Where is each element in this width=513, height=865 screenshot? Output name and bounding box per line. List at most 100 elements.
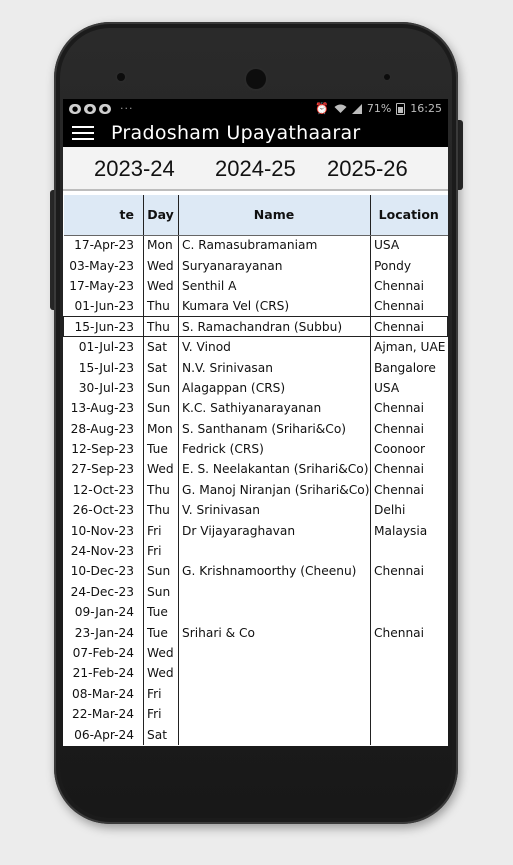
table-row[interactable]: 30-Jul-23 Sun Alagappan (CRS) USA (63, 377, 448, 399)
table-row[interactable]: 27-Sep-23 Wed E. S. Neelakantan (Srihari&C… (63, 459, 448, 480)
cell-location: Chennai (370, 316, 448, 338)
cell-name: Senthil A (178, 275, 371, 297)
cell-location: Delhi (374, 503, 406, 518)
cell-location: USA (374, 238, 400, 253)
table-row[interactable]: 24-Nov-23 Fri (63, 540, 448, 562)
cell-day: Wed (143, 255, 179, 276)
cell-day: Fri (143, 703, 179, 725)
column-header-location[interactable]: Location (370, 195, 448, 236)
table-row[interactable]: 17-May-23 Wed Senthil A Chennai (63, 275, 448, 297)
cell-date: 17-Apr-23 (63, 235, 144, 256)
cell-name: Suryanarayanan (178, 255, 371, 276)
table-row[interactable]: 10-Nov-23 Fri Dr Vijayaraghavan Malaysia (63, 520, 448, 541)
table-row[interactable]: 01-Jul-23 Sat V. Vinod Ajman, UAE (63, 336, 448, 358)
cell-day: Fri (143, 683, 179, 704)
cell-location (371, 643, 448, 663)
hamburger-menu-icon[interactable] (72, 125, 94, 140)
cell-location: Chennai (374, 401, 425, 416)
app-screen: ● ● ● ··· ⏰ 71% 16:25 Pradosham Upayatha… (63, 99, 448, 746)
table-row[interactable]: 06-Apr-24 Sat (63, 724, 448, 745)
table-row[interactable]: 24-Dec-23 Sun (63, 581, 448, 603)
schedule-table: te Day Name Location 17-Apr-23 Mon C. Rama… (63, 195, 448, 745)
column-header-name[interactable]: Name (178, 195, 371, 236)
earpiece-speaker (246, 69, 266, 89)
system-icons: ⏰ 71% 16:25 (315, 102, 442, 115)
cell-name: Dr Vijayaraghavan (178, 520, 371, 541)
cell-date: 30-Jul-23 (63, 377, 144, 399)
column-header-date[interactable]: te (63, 195, 144, 236)
table-row[interactable]: 03-May-23 Wed Suryanarayanan Pondy (63, 255, 448, 276)
cell-date: 15-Jun-23 (63, 316, 144, 338)
cell-name (178, 581, 371, 603)
table-row[interactable]: 28-Aug-23 Mon S. Santhanam (Srihari&Co) Che… (63, 418, 448, 439)
cell-day: Thu (143, 500, 179, 521)
more-notifications-icon: ··· (120, 102, 134, 115)
cell-name: E. S. Neelakantan (Srihari&Co) (178, 459, 371, 480)
cell-date: 13-Aug-23 (63, 398, 144, 419)
battery-percent: 71% (366, 102, 392, 115)
table-row[interactable]: 21-Feb-24 Wed (63, 663, 448, 684)
cell-name: C. Ramasubramaniam (178, 235, 371, 256)
table-row[interactable]: 23-Jan-24 Tue Srihari & Co Chennai (63, 622, 448, 643)
wifi-icon (334, 104, 347, 113)
notification-icon: ● (84, 103, 96, 114)
cell-name: V. Vinod (178, 336, 371, 358)
cell-date: 01-Jul-23 (63, 336, 144, 358)
cell-name (178, 683, 371, 704)
cell-day: Wed (143, 642, 179, 664)
cell-location: Chennai (374, 462, 425, 477)
table-row[interactable]: 26-Oct-23 Thu V. Srinivasan Delhi (63, 500, 448, 521)
column-header-day[interactable]: Day (143, 195, 179, 236)
cell-day: Fri (143, 520, 179, 541)
tab-2025-26[interactable]: 2025-26 (327, 156, 408, 182)
cell-day: Mon (143, 235, 179, 256)
cell-location: Ajman, UAE (374, 340, 446, 355)
cell-name (178, 663, 371, 684)
cell-name: Srihari & Co (178, 622, 371, 643)
cell-name: G. Manoj Niranjan (Srihari&Co) (178, 479, 371, 501)
table-row[interactable]: 01-Jun-23 Thu Kumara Vel (CRS) Chennai (63, 296, 448, 317)
table-row[interactable]: 09-Jan-24 Tue (63, 602, 448, 623)
cell-date: 06-Apr-24 (63, 724, 144, 745)
cell-location: Pondy (374, 258, 412, 273)
cell-name (178, 703, 371, 725)
table-row[interactable]: 08-Mar-24 Fri (63, 683, 448, 704)
table-row[interactable]: 22-Mar-24 Fri (63, 703, 448, 725)
cell-day: Sun (143, 581, 179, 603)
table-row[interactable]: 12-Oct-23 Thu G. Manoj Niranjan (Srihari&C… (63, 479, 448, 501)
front-camera (117, 73, 125, 81)
table-row[interactable]: 17-Apr-23 Mon C. Ramasubramaniam USA (63, 235, 448, 256)
cell-day: Sat (143, 357, 179, 378)
tab-2024-25[interactable]: 2024-25 (215, 156, 296, 182)
cell-location (371, 541, 448, 561)
cell-day: Thu (143, 316, 179, 338)
cell-location (371, 684, 448, 704)
cell-location: Coonoor (374, 442, 426, 457)
cell-day: Wed (143, 459, 179, 480)
table-row[interactable]: 15-Jun-23 Thu S. Ramachandran (Subbu) Chenn… (63, 316, 448, 338)
table-row[interactable]: 07-Feb-24 Wed (63, 642, 448, 664)
notification-icons: ● ● ● ··· (69, 102, 134, 115)
cell-location (371, 704, 448, 724)
cell-day: Tue (143, 622, 179, 643)
cell-name: V. Srinivasan (178, 500, 371, 521)
cell-location: Chennai (374, 421, 425, 436)
table-row[interactable]: 10-Dec-23 Sun G. Krishnamoorthy (Cheenu) Ch… (63, 561, 448, 582)
cell-date: 26-Oct-23 (63, 500, 144, 521)
tab-2023-24[interactable]: 2023-24 (94, 156, 175, 182)
clock: 16:25 (410, 102, 442, 115)
table-row[interactable]: 13-Aug-23 Sun K.C. Sathiyanarayanan Chennai (63, 398, 448, 419)
cell-day: Sun (143, 377, 179, 399)
notification-icon: ● (69, 103, 81, 114)
cell-day: Thu (143, 479, 179, 501)
cell-date: 09-Jan-24 (63, 602, 144, 623)
table-row[interactable]: 15-Jul-23 Sat N.V. Srinivasan Bangalore (63, 357, 448, 378)
cell-date: 15-Jul-23 (63, 357, 144, 378)
cell-date: 03-May-23 (63, 255, 144, 276)
cell-date: 24-Nov-23 (63, 540, 144, 562)
alarm-icon: ⏰ (315, 102, 329, 115)
table-row[interactable]: 12-Sep-23 Tue Fedrick (CRS) Coonoor (63, 438, 448, 460)
cell-date: 07-Feb-24 (63, 642, 144, 664)
cell-day: Wed (143, 275, 179, 297)
app-title: Pradosham Upayathaarar (111, 121, 361, 144)
